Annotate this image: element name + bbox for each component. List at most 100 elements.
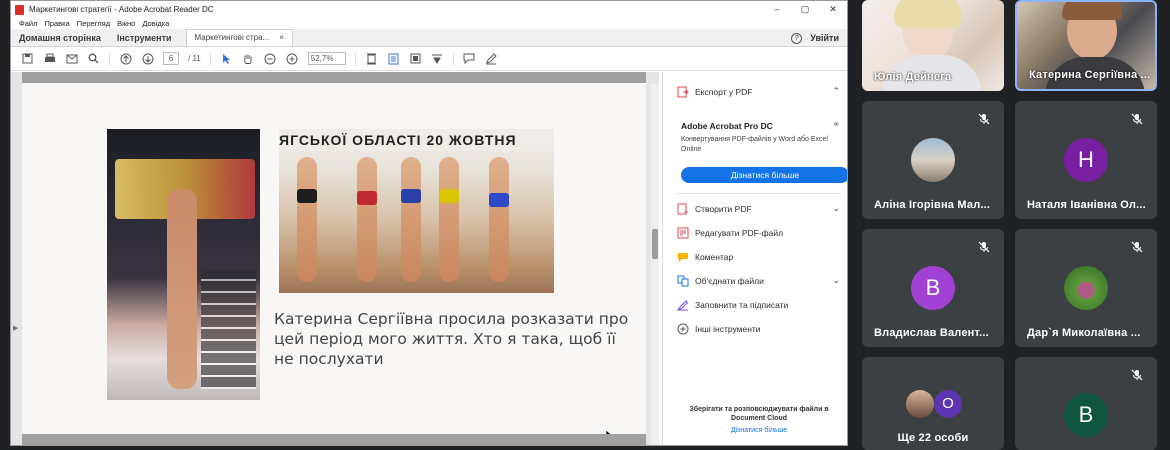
document-cloud-link[interactable]: Дізнатися більше — [677, 427, 841, 434]
tab-close-icon[interactable]: × — [279, 30, 284, 46]
participant-tile-active-speaker[interactable]: Катерина Сергіївна ... — [1015, 0, 1157, 91]
scrollbar-thumb[interactable] — [652, 229, 658, 259]
tab-document[interactable]: Маркетингові стра... × — [185, 29, 293, 46]
full-screen-icon[interactable] — [409, 52, 422, 65]
comment-icon — [677, 251, 689, 263]
export-pdf-label: Експорт у PDF — [695, 87, 753, 97]
chevron-down-icon[interactable]: ⌄ — [832, 203, 840, 214]
tool-item-comment[interactable]: Коментар — [677, 251, 733, 263]
participant-tile[interactable]: Юлія Дейнега — [862, 0, 1004, 91]
print-icon[interactable] — [43, 52, 56, 65]
page-number-input[interactable]: 6 — [163, 52, 179, 65]
menu-view[interactable]: Перегляд — [77, 19, 110, 28]
zoom-out-icon[interactable] — [264, 52, 277, 65]
toolbar: 6 / 11 52,7% — [11, 47, 847, 71]
chevron-down-icon[interactable]: ⌄ — [832, 275, 840, 286]
menu-edit[interactable]: Правка — [44, 19, 69, 28]
tab-home[interactable]: Домашня сторінка — [11, 30, 109, 46]
tool-label: Об'єднати файли — [695, 276, 764, 286]
competition-photo-left — [107, 129, 260, 400]
participant-tile[interactable]: Дар`я Миколаївна ... — [1015, 229, 1157, 347]
save-icon[interactable] — [21, 52, 34, 65]
document-area: ЯГСЬКОЇ ОБЛАСТІ 20 ЖОВТНЯ Катерина Сергі… — [11, 72, 659, 445]
avatar: В — [1064, 393, 1108, 437]
help-icon[interactable]: ? — [791, 32, 803, 44]
avatar: О — [934, 390, 962, 418]
tab-bar: Домашня сторінка Інструменти Маркетингов… — [11, 29, 847, 47]
page-edge — [22, 72, 646, 83]
hand-tool-icon[interactable] — [242, 52, 255, 65]
toolbar-divider — [209, 51, 211, 66]
fit-page-icon[interactable] — [365, 52, 378, 65]
acrobat-icon — [15, 4, 24, 15]
page-total: / 11 — [188, 54, 201, 63]
read-mode-icon[interactable] — [431, 52, 444, 65]
tool-item-create-pdf[interactable]: Створити PDF — [677, 203, 752, 215]
scroll-mode-icon[interactable] — [387, 52, 400, 65]
tab-tools[interactable]: Інструменти — [109, 30, 180, 46]
tool-item-fill-sign[interactable]: Заповнити та підписати — [677, 299, 788, 311]
menu-window[interactable]: Вікно — [117, 19, 135, 28]
mic-off-icon — [978, 113, 992, 127]
combine-files-icon — [677, 275, 689, 287]
menu-file[interactable]: Файл — [19, 19, 37, 28]
page-edge — [22, 434, 646, 445]
tools-pane: Експорт у PDF ⌃ Adobe Acrobat Pro DC ⚭ К… — [662, 72, 847, 445]
mic-off-icon — [1131, 113, 1145, 127]
participant-name: Аліна Ігорівна Мал... — [874, 199, 991, 211]
participant-name: Юлія Дейнега — [874, 71, 952, 83]
mic-off-icon — [1131, 369, 1145, 383]
divider — [677, 193, 841, 194]
tool-item-combine-files[interactable]: Об'єднати файли — [677, 275, 764, 287]
email-icon[interactable] — [65, 52, 78, 65]
chevron-up-icon[interactable]: ⌃ — [832, 86, 840, 97]
tool-item-more-tools[interactable]: Інші інструменти — [677, 323, 761, 335]
search-icon[interactable] — [87, 52, 100, 65]
maximize-button[interactable]: ▢ — [791, 1, 819, 18]
tool-label: Інші інструменти — [695, 324, 761, 334]
zoom-level-select[interactable]: 52,7% — [307, 52, 346, 65]
learn-more-button[interactable]: Дізнатися більше — [681, 167, 847, 183]
mic-off-icon — [1131, 241, 1145, 255]
export-pdf-item[interactable]: Експорт у PDF — [677, 86, 752, 98]
competition-photo-right: ЯГСЬКОЇ ОБЛАСТІ 20 ЖОВТНЯ — [279, 129, 554, 293]
comment-tool-icon[interactable] — [463, 52, 476, 65]
export-pdf-icon — [677, 86, 689, 98]
tool-label: Заповнити та підписати — [695, 300, 789, 310]
vertical-scrollbar[interactable] — [651, 84, 659, 445]
pen-tool-icon[interactable] — [485, 52, 498, 65]
window-title: Маркетингові стратегії - Adobe Acrobat R… — [29, 5, 214, 14]
mic-off-icon — [978, 241, 992, 255]
tool-item-edit-pdf[interactable]: Редагувати PDF-файл — [677, 227, 783, 239]
edit-pdf-icon — [677, 227, 689, 239]
participant-tile[interactable]: Н Наталя Іванівна Ол... — [1015, 101, 1157, 219]
pdf-page: ЯГСЬКОЇ ОБЛАСТІ 20 ЖОВТНЯ Катерина Сергі… — [22, 83, 646, 441]
participant-tile[interactable]: В — [1015, 357, 1157, 450]
more-tools-icon — [677, 323, 689, 335]
acrobat-window: Маркетингові стратегії - Adobe Acrobat R… — [10, 0, 848, 446]
participant-tile[interactable]: В Владислав Валент... — [862, 229, 1004, 347]
minimize-button[interactable]: – — [763, 1, 791, 18]
participant-tile[interactable]: Аліна Ігорівна Мал... — [862, 101, 1004, 219]
page-down-icon[interactable] — [141, 52, 154, 65]
participant-name: Наталя Іванівна Ол... — [1027, 199, 1146, 211]
close-button[interactable]: ✕ — [819, 1, 847, 18]
select-cursor-icon[interactable] — [220, 52, 233, 65]
left-panel-toggle-icon[interactable]: ▶ — [13, 324, 18, 332]
document-paragraph: Катерина Сергіївна просила розказати про… — [274, 310, 629, 368]
menu-help[interactable]: Довідка — [142, 19, 169, 28]
zoom-in-icon[interactable] — [286, 52, 299, 65]
toolbar-divider — [109, 51, 110, 66]
fill-sign-icon — [677, 299, 689, 311]
participant-tile-others[interactable]: О Ще 22 особи — [862, 357, 1004, 450]
page-up-icon[interactable] — [119, 52, 132, 65]
tool-label: Коментар — [695, 252, 734, 262]
avatar — [1064, 266, 1108, 310]
avatar: Н — [1064, 138, 1108, 182]
sign-in-button[interactable]: Увійти — [810, 30, 839, 46]
avatar — [911, 138, 955, 182]
photo-banner-text: ЯГСЬКОЇ ОБЛАСТІ 20 ЖОВТНЯ — [279, 129, 554, 151]
participant-name: Дар`я Миколаївна ... — [1027, 327, 1141, 339]
avatar — [906, 390, 934, 418]
promo-title: Adobe Acrobat Pro DC — [681, 121, 773, 131]
